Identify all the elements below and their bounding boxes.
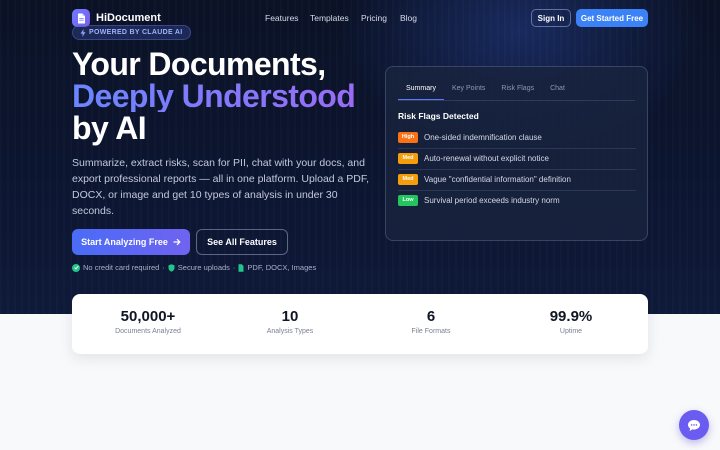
stat-value: 6 — [426, 308, 436, 325]
tab-chat[interactable]: Chat — [542, 81, 573, 100]
risk-flag-row: Low Survival period exceeds industry nor… — [398, 191, 636, 209]
stats-card: 50,000+ Documents Analyzed 10 Analysis T… — [72, 294, 648, 354]
check-icon — [72, 263, 80, 272]
trust-no-card: No credit card required — [83, 263, 160, 272]
trust-formats: PDF, DOCX, Images — [247, 263, 317, 272]
stat-value: 99.9% — [549, 308, 593, 325]
shield-icon — [168, 263, 175, 272]
see-all-features-button[interactable]: See All Features — [196, 229, 288, 255]
sign-in-button[interactable]: Sign In — [531, 9, 571, 27]
stat-label: Uptime — [559, 328, 583, 335]
panel-tabs: Summary Key Points Risk Flags Chat — [398, 81, 573, 100]
stat-label: Documents Analyzed — [115, 328, 181, 335]
trust-secure: Secure uploads — [177, 263, 230, 272]
analysis-preview-panel: Summary Key Points Risk Flags Chat Risk … — [385, 66, 648, 241]
headline-line-2: Deeply Understood — [72, 78, 356, 114]
tab-risk-flags[interactable]: Risk Flags — [493, 81, 542, 100]
stat-label: File Formats — [411, 328, 451, 335]
nav-features[interactable]: Features — [265, 13, 299, 23]
risk-flag-row: Med Vague "confidential information" def… — [398, 170, 636, 188]
severity-badge-med: Med — [398, 152, 418, 164]
headline-line-1: Your Documents, — [72, 46, 326, 82]
stat-value: 50,000+ — [120, 308, 176, 325]
trust-line: No credit card required · Secure uploads… — [72, 263, 316, 272]
hero-section: HiDocument POWERED BY CLAUDE AI Features… — [0, 0, 720, 314]
risk-flag-text: Vague "confidential information" definit… — [424, 174, 571, 184]
severity-badge-high: High — [398, 131, 418, 143]
lightning-icon — [80, 28, 86, 37]
hero-description: Summarize, extract risks, scan for PII, … — [72, 157, 370, 217]
severity-badge-med: Med — [398, 173, 418, 185]
trust-separator: · — [162, 263, 165, 272]
risk-flag-row: Med Auto-renewal without explicit notice — [398, 149, 636, 167]
nav-pricing[interactable]: Pricing — [361, 13, 387, 23]
risk-flag-text: One-sided indemnification clause — [424, 132, 542, 142]
risk-flags-title: Risk Flags Detected — [398, 111, 479, 121]
stat-label: Analysis Types — [266, 328, 314, 335]
arrow-right-icon — [173, 238, 181, 246]
start-analyzing-button[interactable]: Start Analyzing Free — [72, 229, 190, 255]
powered-badge: POWERED BY CLAUDE AI — [72, 25, 191, 40]
tab-key-points[interactable]: Key Points — [444, 81, 493, 100]
stat-value: 10 — [281, 308, 299, 325]
start-analyzing-label: Start Analyzing Free — [81, 237, 168, 247]
risk-flag-text: Auto-renewal without explicit notice — [424, 153, 549, 163]
get-started-button[interactable]: Get Started Free — [576, 9, 648, 27]
powered-label: POWERED BY CLAUDE AI — [89, 29, 183, 36]
nav-templates[interactable]: Templates — [310, 13, 349, 23]
risk-flag-text: Survival period exceeds industry norm — [424, 195, 560, 205]
severity-badge-low: Low — [398, 194, 418, 206]
tabs-divider — [398, 100, 635, 101]
risk-flag-row: High One-sided indemnification clause — [398, 128, 636, 146]
brand-name: HiDocument — [96, 12, 161, 24]
chat-icon — [688, 419, 700, 431]
nav-blog[interactable]: Blog — [400, 13, 417, 23]
chat-launcher-button[interactable] — [679, 410, 709, 440]
file-icon — [238, 263, 244, 272]
tab-summary[interactable]: Summary — [398, 81, 444, 100]
headline-line-3: by AI — [72, 110, 147, 146]
trust-separator: · — [232, 263, 236, 272]
